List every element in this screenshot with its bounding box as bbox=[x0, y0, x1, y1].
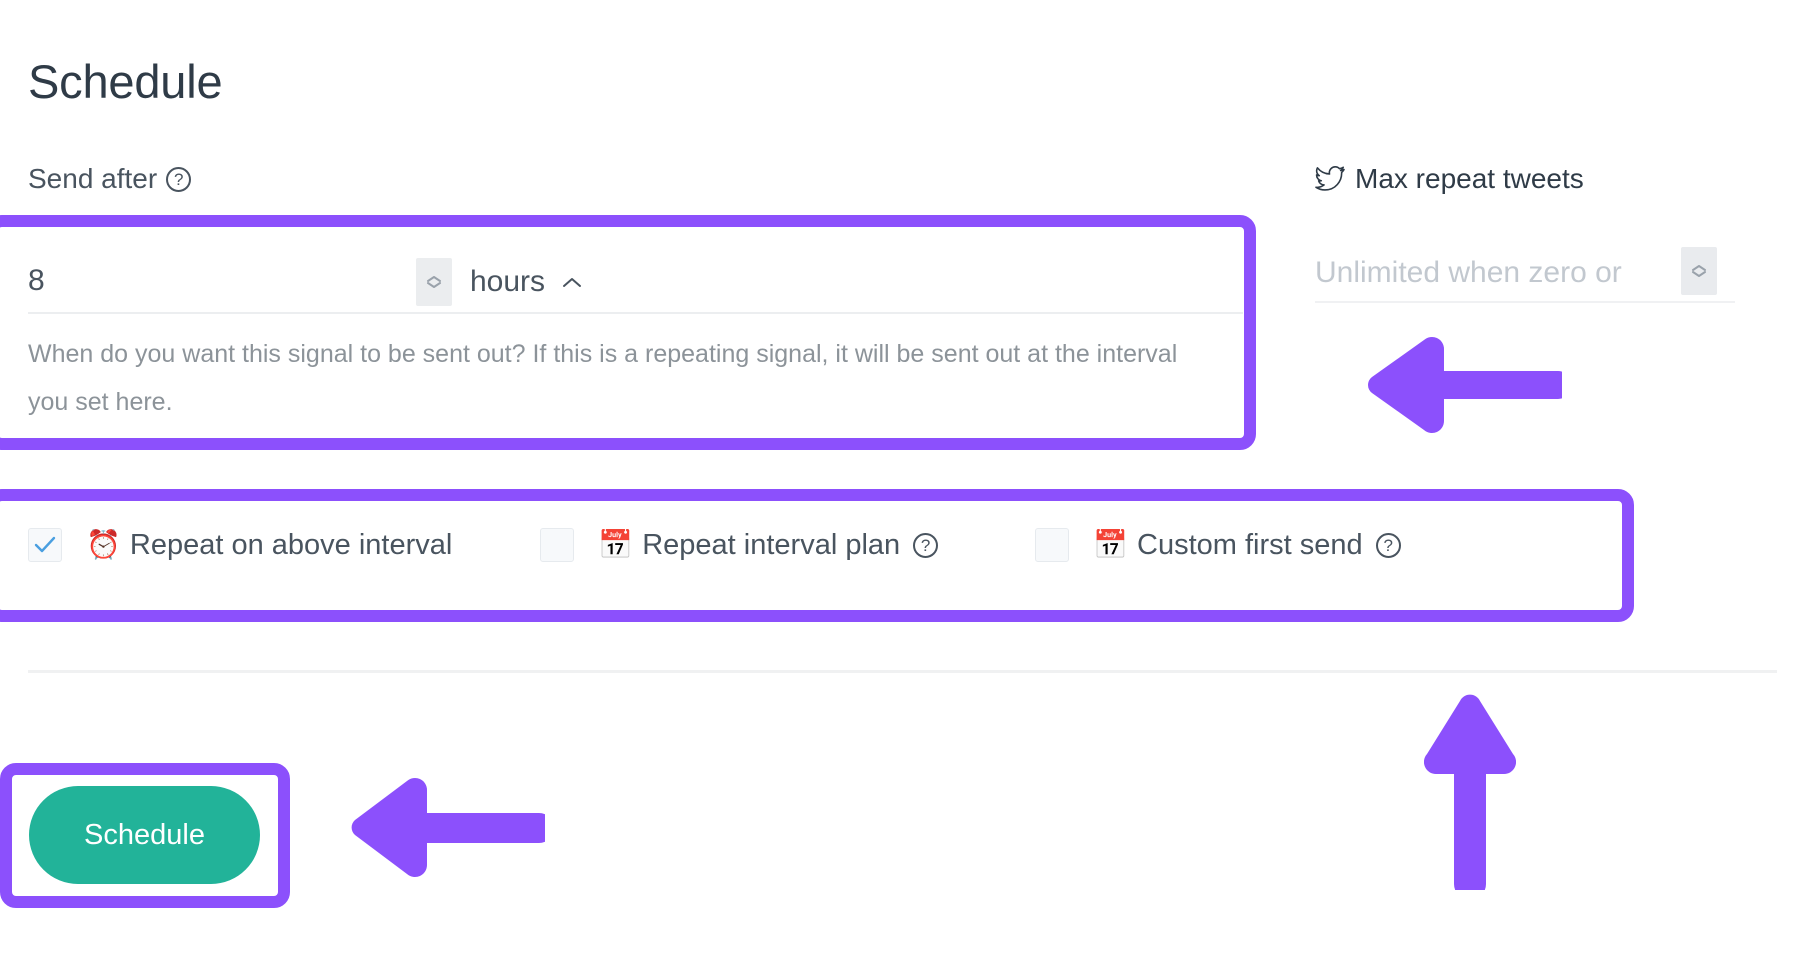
schedule-options-row: ⏰ Repeat on above interval 📅 Repeat inte… bbox=[28, 528, 1401, 562]
max-repeat-tweets-label: Max repeat tweets bbox=[1315, 165, 1735, 193]
send-after-label: Send after ? bbox=[28, 163, 192, 194]
max-repeat-tweets-placeholder: Unlimited when zero or bbox=[1315, 258, 1622, 288]
max-repeat-tweets-group: Max repeat tweets Unlimited when zero or bbox=[1315, 165, 1735, 303]
send-after-field-group: 8 hours bbox=[28, 250, 1243, 314]
checkbox-custom-first-send[interactable]: 📅 Custom first send ? bbox=[1035, 528, 1401, 562]
calendar-check-icon: 📅 bbox=[598, 529, 634, 560]
time-unit-select[interactable]: hours bbox=[470, 258, 583, 306]
help-icon[interactable]: ? bbox=[1375, 532, 1401, 558]
send-after-input-row: 8 hours bbox=[28, 250, 1243, 314]
send-after-help-text: When do you want this signal to be sent … bbox=[28, 340, 1178, 416]
help-icon[interactable]: ? bbox=[166, 166, 192, 192]
number-stepper-icon[interactable] bbox=[1681, 247, 1717, 295]
number-stepper-icon[interactable] bbox=[416, 258, 452, 306]
checkbox-box-unchecked[interactable] bbox=[540, 528, 575, 562]
checkbox-box-unchecked[interactable] bbox=[1035, 528, 1070, 562]
alarm-clock-icon: ⏰ bbox=[86, 529, 121, 560]
help-icon[interactable]: ? bbox=[913, 532, 939, 558]
checkbox-label: Custom first send bbox=[1137, 528, 1363, 561]
calendar-check-icon: 📅 bbox=[1093, 529, 1129, 560]
schedule-button[interactable]: Schedule bbox=[29, 786, 260, 884]
max-repeat-tweets-label-text: Max repeat tweets bbox=[1355, 163, 1584, 194]
max-repeat-tweets-input-row[interactable]: Unlimited when zero or bbox=[1315, 245, 1735, 303]
page-title: Schedule bbox=[28, 55, 223, 108]
send-after-value[interactable]: 8 bbox=[28, 266, 45, 296]
chevron-up-icon bbox=[561, 275, 583, 289]
arrow-to-schedule-button-icon bbox=[345, 775, 554, 885]
section-divider bbox=[28, 670, 1777, 673]
checkbox-repeat-interval-plan[interactable]: 📅 Repeat interval plan ? bbox=[540, 528, 939, 562]
arrow-to-max-repeat-icon bbox=[1362, 335, 1572, 440]
checkbox-label: Repeat interval plan bbox=[642, 528, 901, 561]
arrow-to-checkbox-row-icon bbox=[1423, 690, 1517, 900]
twitter-bird-icon bbox=[1315, 166, 1345, 192]
time-unit-value: hours bbox=[470, 265, 546, 298]
send-after-label-text: Send after bbox=[28, 163, 158, 194]
checkbox-repeat-on-above-interval[interactable]: ⏰ Repeat on above interval bbox=[28, 528, 452, 562]
checkbox-label: Repeat on above interval bbox=[129, 528, 453, 561]
checkbox-box-checked[interactable] bbox=[28, 528, 62, 562]
